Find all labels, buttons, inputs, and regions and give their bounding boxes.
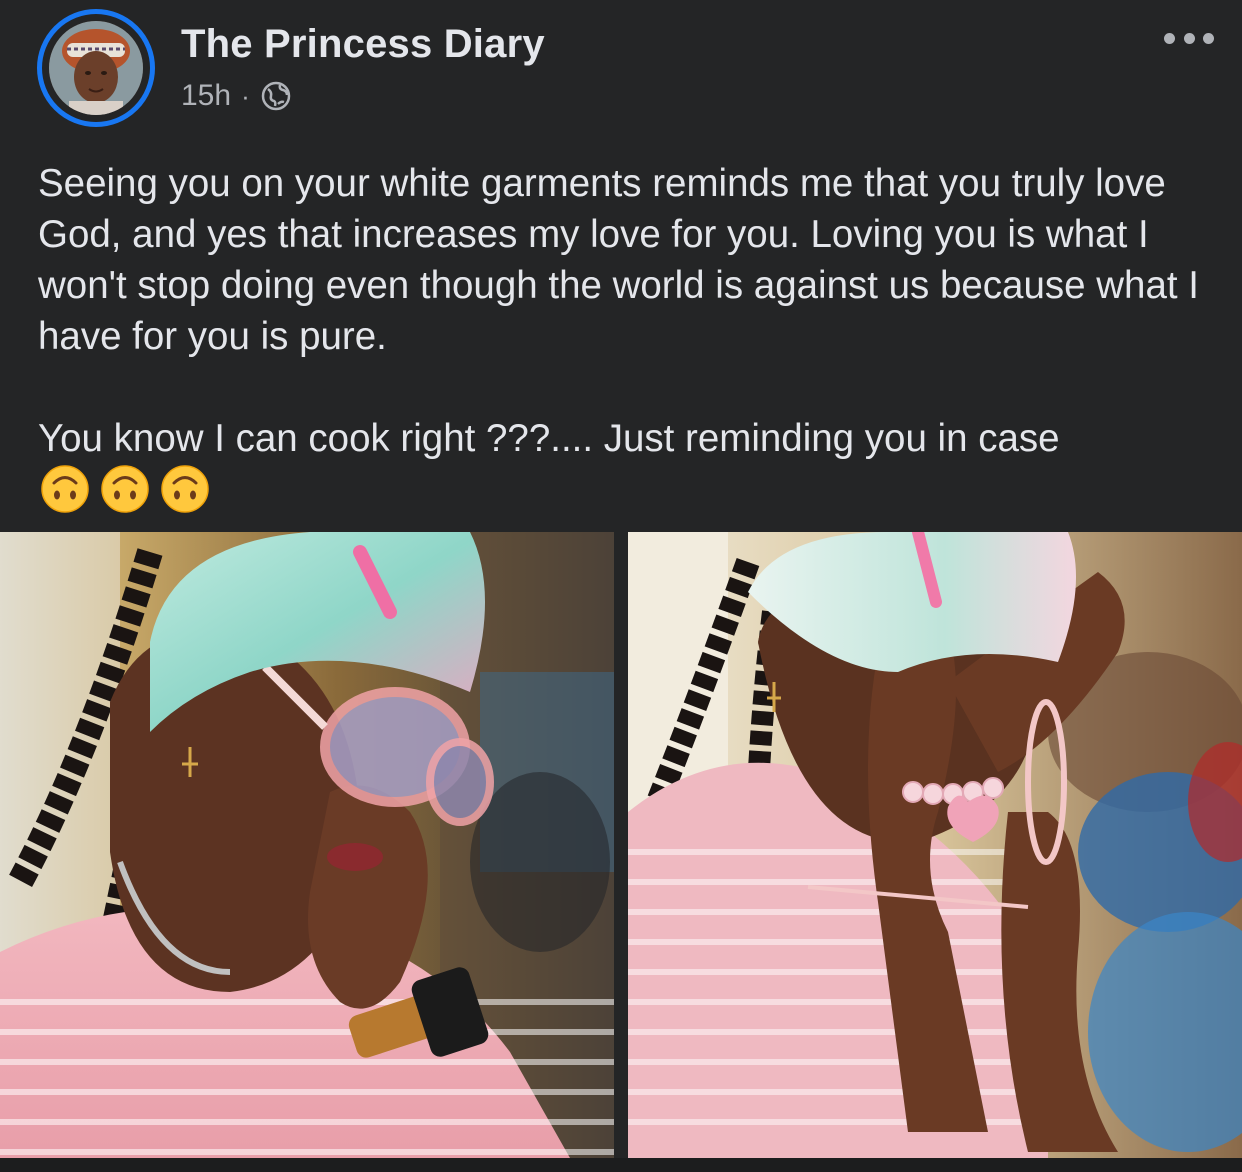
more-dot xyxy=(1164,32,1175,44)
more-options-icon[interactable] xyxy=(1164,28,1214,48)
photo-2[interactable] xyxy=(628,532,1242,1158)
avatar-image xyxy=(49,21,143,115)
post-time[interactable]: 15h xyxy=(181,79,231,113)
post-paragraph: Seeing you on your white garments remind… xyxy=(38,162,1199,358)
meta-separator: · xyxy=(241,80,250,111)
emoji-row xyxy=(40,464,210,514)
upside-down-face-emoji xyxy=(41,465,89,513)
post-paragraph: You know I can cook right ???.... Just r… xyxy=(38,417,1060,460)
upside-down-face-emoji xyxy=(101,465,149,513)
author-name[interactable]: The Princess Diary xyxy=(181,22,545,67)
globe-icon[interactable] xyxy=(260,80,292,112)
post-text: Seeing you on your white garments remind… xyxy=(38,158,1218,464)
more-dot xyxy=(1183,32,1195,44)
profile-avatar[interactable] xyxy=(37,9,155,127)
photo-grid xyxy=(0,532,1242,1158)
bottom-strip xyxy=(0,1158,1242,1172)
upside-down-face-emoji xyxy=(161,465,209,513)
photo-divider xyxy=(614,532,628,1158)
photo-1[interactable] xyxy=(0,532,614,1158)
facebook-post: The Princess Diary 15h · Seeing you on y… xyxy=(0,0,1242,1172)
post-meta: 15h · xyxy=(181,76,292,116)
photo-woman-covering-face xyxy=(628,532,1242,1158)
photo-woman-sunglasses xyxy=(0,532,614,1158)
more-dot xyxy=(1203,32,1214,44)
